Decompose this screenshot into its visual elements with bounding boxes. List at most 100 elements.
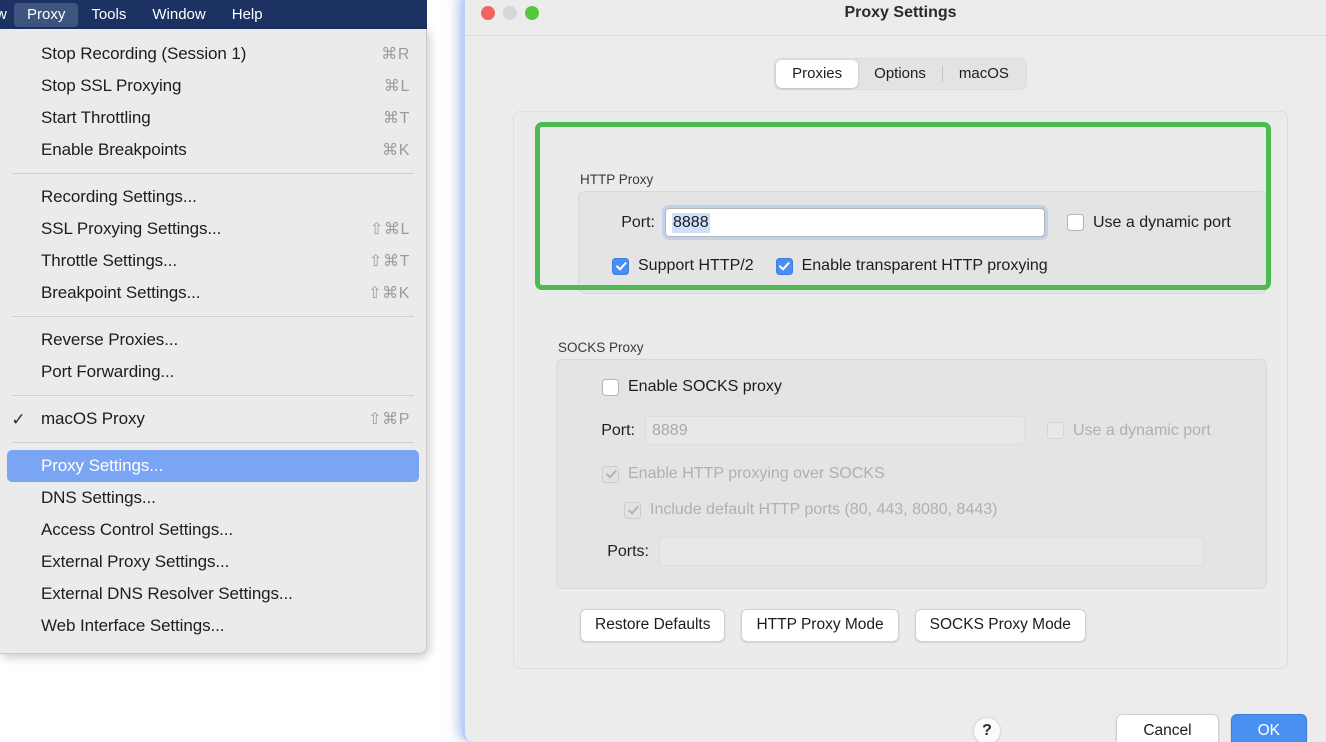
- tab-macos[interactable]: macOS: [943, 60, 1025, 88]
- http-over-socks-checkbox-row[interactable]: Enable HTTP proxying over SOCKS: [577, 465, 1246, 483]
- enable-socks-label: Enable SOCKS proxy: [628, 378, 782, 395]
- enable-socks-checkbox-row[interactable]: Enable SOCKS proxy: [577, 378, 1246, 396]
- dialog-titlebar: Proxy Settings: [465, 0, 1326, 36]
- socks-proxy-section: SOCKS Proxy Enable SOCKS proxy Port: 888…: [556, 340, 1267, 589]
- http-port-row: Port: 8888 Use a dynamic port: [597, 208, 1248, 237]
- transparent-proxying-checkbox[interactable]: [775, 257, 793, 275]
- ok-button[interactable]: OK: [1230, 714, 1307, 742]
- help-button[interactable]: ?: [973, 717, 1001, 742]
- menu-item-recording-settings[interactable]: Recording Settings...: [7, 181, 419, 213]
- enable-socks-checkbox[interactable]: [602, 378, 619, 396]
- support-http2-checkbox-row[interactable]: Support HTTP/2: [612, 257, 754, 275]
- menu-item-breakpoint-settings[interactable]: Breakpoint Settings... ⇧⌘K: [7, 277, 419, 309]
- menu-item-shortcut: ⇧⌘P: [368, 411, 410, 428]
- menu-item-ssl-proxying-settings[interactable]: SSL Proxying Settings... ⇧⌘L: [7, 213, 419, 245]
- support-http2-checkbox[interactable]: [612, 257, 629, 275]
- proxies-panel: HTTP Proxy Port: 8888 Use a dynamic port: [513, 111, 1288, 669]
- tab-proxies[interactable]: Proxies: [776, 60, 859, 88]
- menu-item-label: Throttle Settings...: [41, 251, 177, 270]
- menu-item-label: Web Interface Settings...: [41, 616, 225, 635]
- menu-separator: [12, 442, 414, 443]
- menu-item-stop-ssl-proxying[interactable]: Stop SSL Proxying ⌘L: [7, 70, 419, 102]
- menu-item-port-forwarding[interactable]: Port Forwarding...: [7, 356, 419, 388]
- http-dynamic-port-checkbox[interactable]: [1067, 214, 1084, 231]
- menu-item-shortcut: ⇧⌘L: [369, 221, 410, 238]
- http-dynamic-port-checkbox-row[interactable]: Use a dynamic port: [1067, 214, 1231, 232]
- socks-dynamic-port-label: Use a dynamic port: [1073, 421, 1211, 439]
- http-dynamic-port-label: Use a dynamic port: [1093, 213, 1231, 231]
- menu-bar-item-window[interactable]: Window: [139, 3, 218, 27]
- menu-item-start-throttling[interactable]: Start Throttling ⌘T: [7, 102, 419, 134]
- menu-item-label: Access Control Settings...: [41, 520, 234, 539]
- socks-proxy-group-box: Enable SOCKS proxy Port: 8889 Use a dyna…: [556, 359, 1267, 589]
- http-port-input[interactable]: 8888: [665, 208, 1045, 237]
- socks-dynamic-port-checkbox-row[interactable]: Use a dynamic port: [1047, 422, 1211, 440]
- dialog-body: Proxies Options macOS HTTP Proxy Port: 8…: [465, 36, 1326, 742]
- menu-item-label: Breakpoint Settings...: [41, 283, 201, 302]
- http-options-row: Support HTTP/2 Enable transparent HTTP p…: [597, 257, 1248, 275]
- socks-ports-label: Ports:: [607, 542, 649, 560]
- menu-item-label: DNS Settings...: [41, 488, 156, 507]
- menu-item-label: Port Forwarding...: [41, 362, 175, 381]
- menu-item-label: Proxy Settings...: [41, 456, 164, 475]
- http-over-socks-checkbox[interactable]: [602, 465, 619, 483]
- menu-item-reverse-proxies[interactable]: Reverse Proxies...: [7, 324, 419, 356]
- tab-options[interactable]: Options: [858, 60, 942, 88]
- http-port-label: Port:: [621, 213, 655, 231]
- menu-separator: [12, 395, 414, 396]
- menu-item-label: macOS Proxy: [41, 409, 145, 428]
- socks-ports-row: Ports:: [577, 537, 1246, 566]
- menu-item-proxy-settings[interactable]: Proxy Settings...: [7, 450, 419, 482]
- http-proxy-group-box: Port: 8888 Use a dynamic port Support HT…: [578, 191, 1267, 294]
- cancel-button[interactable]: Cancel: [1116, 714, 1219, 742]
- menu-bar-item-tools[interactable]: Tools: [78, 3, 139, 27]
- http-over-socks-label: Enable HTTP proxying over SOCKS: [628, 465, 885, 482]
- socks-ports-input[interactable]: [659, 537, 1204, 566]
- tab-group: Proxies Options macOS: [774, 58, 1027, 90]
- socks-port-label: Port:: [601, 421, 635, 439]
- menu-item-throttle-settings[interactable]: Throttle Settings... ⇧⌘T: [7, 245, 419, 277]
- menu-item-dns-settings[interactable]: DNS Settings...: [7, 482, 419, 514]
- restore-defaults-button[interactable]: Restore Defaults: [580, 609, 726, 642]
- transparent-proxying-checkbox-row[interactable]: Enable transparent HTTP proxying: [775, 257, 1048, 275]
- menu-item-label: Recording Settings...: [41, 187, 197, 206]
- menu-separator: [12, 316, 414, 317]
- socks-port-row: Port: 8889 Use a dynamic port: [577, 416, 1246, 445]
- http-proxy-section: HTTP Proxy Port: 8888 Use a dynamic port: [578, 172, 1267, 294]
- menu-item-label: Enable Breakpoints: [41, 140, 187, 159]
- menu-bar-partial-item[interactable]: w: [0, 6, 14, 23]
- socks-port-input[interactable]: 8889: [645, 416, 1025, 445]
- include-default-ports-label: Include default HTTP ports (80, 443, 808…: [650, 501, 998, 518]
- menu-item-macos-proxy[interactable]: ✓ macOS Proxy ⇧⌘P: [7, 403, 419, 435]
- tab-bar: Proxies Options macOS: [465, 36, 1326, 90]
- support-http2-label: Support HTTP/2: [638, 257, 754, 274]
- checkmark-icon: ✓: [11, 409, 26, 429]
- menu-item-external-dns-resolver-settings[interactable]: External DNS Resolver Settings...: [7, 578, 419, 610]
- menu-item-label: Reverse Proxies...: [41, 330, 179, 349]
- socks-proxy-group-label: SOCKS Proxy: [558, 340, 644, 355]
- menu-bar-item-proxy[interactable]: Proxy: [14, 2, 79, 27]
- http-proxy-mode-button[interactable]: HTTP Proxy Mode: [741, 609, 899, 642]
- menu-item-shortcut: ⌘T: [383, 110, 410, 127]
- http-proxy-group-label: HTTP Proxy: [580, 172, 654, 187]
- menu-item-web-interface-settings[interactable]: Web Interface Settings...: [7, 610, 419, 642]
- screen: w Proxy Tools Window Help Stop Recording…: [0, 0, 1326, 742]
- menu-item-shortcut: ⇧⌘T: [369, 253, 410, 270]
- dialog-title: Proxy Settings: [844, 3, 957, 21]
- menu-item-shortcut: ⇧⌘K: [368, 285, 410, 302]
- include-default-ports-checkbox[interactable]: [624, 501, 641, 519]
- include-default-ports-checkbox-row[interactable]: Include default HTTP ports (80, 443, 808…: [577, 501, 1246, 519]
- menu-item-enable-breakpoints[interactable]: Enable Breakpoints ⌘K: [7, 134, 419, 166]
- menu-item-access-control-settings[interactable]: Access Control Settings...: [7, 514, 419, 546]
- transparent-proxying-label: Enable transparent HTTP proxying: [801, 257, 1048, 274]
- socks-dynamic-port-checkbox[interactable]: [1047, 422, 1064, 439]
- menu-item-stop-recording[interactable]: Stop Recording (Session 1) ⌘R: [7, 38, 419, 70]
- menu-bar-item-help[interactable]: Help: [219, 3, 276, 27]
- menu-item-label: External Proxy Settings...: [41, 552, 230, 571]
- menu-item-external-proxy-settings[interactable]: External Proxy Settings...: [7, 546, 419, 578]
- socks-port-value: 8889: [652, 421, 688, 439]
- menu-item-label: Stop Recording (Session 1): [41, 44, 247, 63]
- menu-bar: w Proxy Tools Window Help: [0, 0, 427, 29]
- socks-proxy-mode-button[interactable]: SOCKS Proxy Mode: [914, 609, 1086, 642]
- proxy-settings-dialog: Proxy Settings Proxies Options macOS HTT…: [462, 0, 1326, 742]
